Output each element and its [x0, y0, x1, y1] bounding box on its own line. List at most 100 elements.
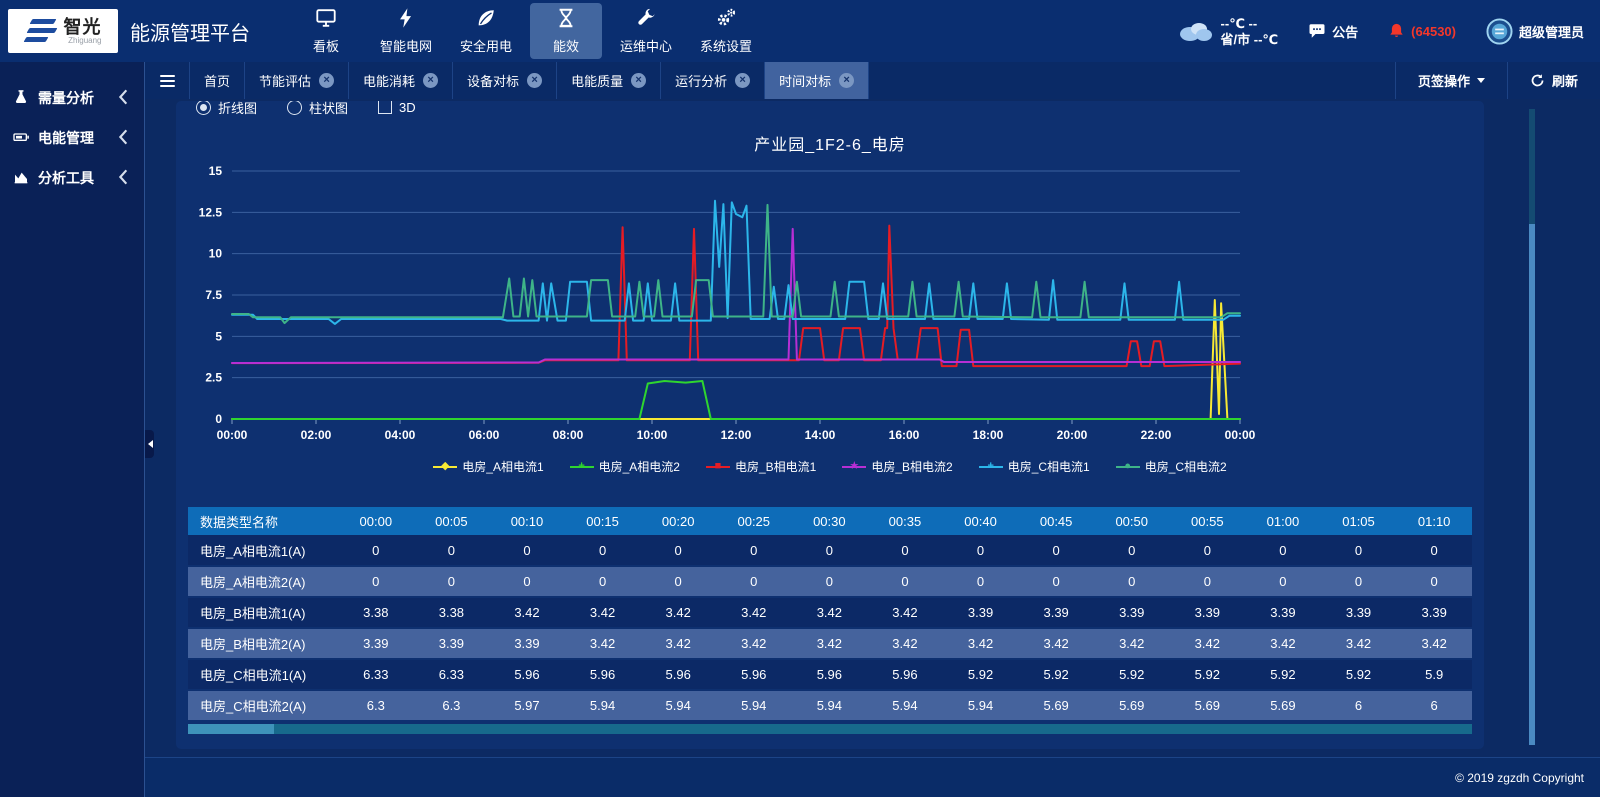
legend-item-电房_B相电流2[interactable]: ★电房_B相电流2 — [842, 458, 952, 475]
hamburger-menu-icon[interactable] — [145, 62, 189, 99]
table-header-time: 01:00 — [1245, 507, 1321, 535]
horizontal-scrollbar-thumb[interactable] — [188, 724, 274, 734]
nav-item-能效[interactable]: 能效 — [530, 3, 602, 59]
table-cell-value: 5.94 — [640, 690, 716, 721]
brand-logo: 智光 Zhiguang — [8, 9, 118, 53]
checkbox-icon — [378, 101, 392, 114]
nav-item-系统设置[interactable]: 系统设置 — [690, 3, 762, 59]
tab-close-icon[interactable]: × — [631, 73, 646, 88]
tab-close-icon[interactable]: × — [839, 73, 854, 88]
weather-widget: --℃ -- 省/市 --℃ — [1177, 17, 1279, 46]
table-cell-value: 5.94 — [716, 690, 792, 721]
chevron-left-icon — [115, 89, 131, 108]
legend-item-电房_C相电流1[interactable]: +电房_C相电流1 — [979, 458, 1090, 475]
refresh-button[interactable]: 刷新 — [1507, 62, 1600, 99]
table-cell-value: 3.39 — [1170, 597, 1246, 628]
brand-logo-icon — [25, 18, 59, 44]
nav-item-label: 安全用电 — [460, 36, 512, 55]
tab-close-icon[interactable]: × — [527, 73, 542, 88]
table-cell-value: 0 — [716, 566, 792, 597]
table-cell-value: 5.96 — [565, 659, 641, 690]
series-电房_A相电流2 — [232, 381, 1240, 419]
y-axis-tick-label: 7.5 — [205, 288, 222, 302]
battery-icon — [13, 129, 29, 148]
sidebar-item-label: 需量分析 — [38, 88, 94, 108]
tab-首页[interactable]: 首页 — [189, 62, 244, 99]
tab-电能质量[interactable]: 电能质量× — [556, 62, 660, 99]
nav-item-智能电网[interactable]: 智能电网 — [370, 3, 442, 59]
table-cell-value: 3.42 — [867, 628, 943, 659]
table-cell-value: 3.42 — [640, 628, 716, 659]
legend-marker-glyph: ◆ — [441, 461, 449, 472]
table-cell-value: 3.39 — [414, 628, 490, 659]
nav-item-运维中心[interactable]: 运维中心 — [610, 3, 682, 59]
legend-marker-glyph: ■ — [715, 461, 722, 472]
radio-line-chart[interactable]: 折线图 — [196, 101, 257, 117]
nav-item-安全用电[interactable]: 安全用电 — [450, 3, 522, 59]
tab-close-icon[interactable]: × — [319, 73, 334, 88]
app-title: 能源管理平台 — [130, 17, 250, 46]
vertical-scrollbar-thumb[interactable] — [1529, 224, 1535, 745]
sidebar-collapse-handle[interactable] — [145, 430, 154, 458]
y-axis-tick-label: 12.5 — [199, 205, 223, 219]
sidebar: 需量分析电能管理分析工具 — [0, 62, 145, 797]
top-nav: 看板智能电网安全用电 能效 运维中心系统设置 — [290, 0, 762, 62]
legend-item-电房_B相电流1[interactable]: ■电房_B相电流1 — [706, 458, 816, 475]
notice-button[interactable]: 公告 — [1308, 22, 1358, 41]
radio-icon — [287, 101, 302, 115]
tab-设备对标[interactable]: 设备对标× — [452, 62, 556, 99]
table-cell-value: 0 — [565, 535, 641, 566]
y-axis-tick-label: 0 — [215, 412, 222, 426]
sidebar-item-分析工具[interactable]: 分析工具 — [0, 158, 144, 198]
y-axis-tick-label: 5 — [215, 329, 222, 343]
table-cell-value: 3.42 — [1245, 628, 1321, 659]
table-cell-value: 5.92 — [1170, 659, 1246, 690]
legend-marker-icon: ★ — [842, 461, 866, 473]
y-axis-tick-label: 2.5 — [205, 371, 222, 385]
nav-item-label: 能效 — [553, 36, 579, 55]
table-cell-value: 5.92 — [943, 659, 1019, 690]
table-cell-value: 0 — [414, 535, 490, 566]
tab-close-icon[interactable]: × — [423, 73, 438, 88]
checkbox-3d[interactable]: 3D — [378, 101, 416, 115]
table-cell-value: 5.96 — [489, 659, 565, 690]
vertical-scrollbar[interactable] — [1529, 109, 1535, 745]
tab-close-icon[interactable]: × — [735, 73, 750, 88]
alerts-button[interactable]: (64530) — [1388, 22, 1456, 40]
table-cell-value: 3.38 — [338, 597, 414, 628]
table-cell-value: 0 — [1321, 566, 1397, 597]
table-cell-value: 0 — [565, 566, 641, 597]
legend-item-电房_A相电流1[interactable]: ◆电房_A相电流1 — [433, 458, 543, 475]
radio-bar-chart[interactable]: 柱状图 — [287, 101, 348, 117]
tab-运行分析[interactable]: 运行分析× — [660, 62, 764, 99]
nav-item-看板[interactable]: 看板 — [290, 3, 362, 59]
sidebar-item-label: 分析工具 — [38, 168, 94, 188]
table-row: 电房_A相电流1(A)000000000000000 — [188, 535, 1472, 566]
weather-temp: --℃ -- — [1221, 17, 1279, 30]
user-menu[interactable]: 超级管理员 — [1486, 18, 1584, 45]
table-cell-value: 5.97 — [489, 690, 565, 721]
legend-item-电房_C相电流2[interactable]: ●电房_C相电流2 — [1116, 458, 1227, 475]
brand-logo-en: Zhiguang — [64, 37, 102, 45]
sidebar-item-需量分析[interactable]: 需量分析 — [0, 78, 144, 118]
legend-label: 电房_C相电流1 — [1008, 458, 1090, 475]
table-cell-value: 3.42 — [867, 597, 943, 628]
tab-电能消耗[interactable]: 电能消耗× — [348, 62, 452, 99]
table-cell-value: 3.42 — [1018, 628, 1094, 659]
horizontal-scrollbar[interactable] — [188, 724, 1472, 734]
series-电房_C相电流1 — [232, 201, 1240, 324]
bell-icon — [1388, 22, 1405, 40]
data-table: 数据类型名称00:0000:0500:1000:1500:2000:2500:3… — [188, 507, 1472, 722]
sidebar-item-电能管理[interactable]: 电能管理 — [0, 118, 144, 158]
tab-时间对标[interactable]: 时间对标 × — [764, 62, 869, 99]
legend-item-电房_A相电流2[interactable]: +电房_A相电流2 — [570, 458, 680, 475]
tab-operations-button[interactable]: 页签操作 — [1395, 62, 1507, 99]
brand-logo-cn: 智光 — [64, 18, 102, 36]
tab-label: 时间对标 — [779, 71, 831, 90]
flask-icon — [13, 89, 29, 108]
table-cell-value: 3.42 — [716, 628, 792, 659]
x-axis-tick-label: 06:00 — [469, 428, 500, 442]
chat-bubble-icon — [1308, 22, 1326, 40]
tab-节能评估[interactable]: 节能评估× — [244, 62, 348, 99]
hourglass-icon — [555, 7, 577, 32]
